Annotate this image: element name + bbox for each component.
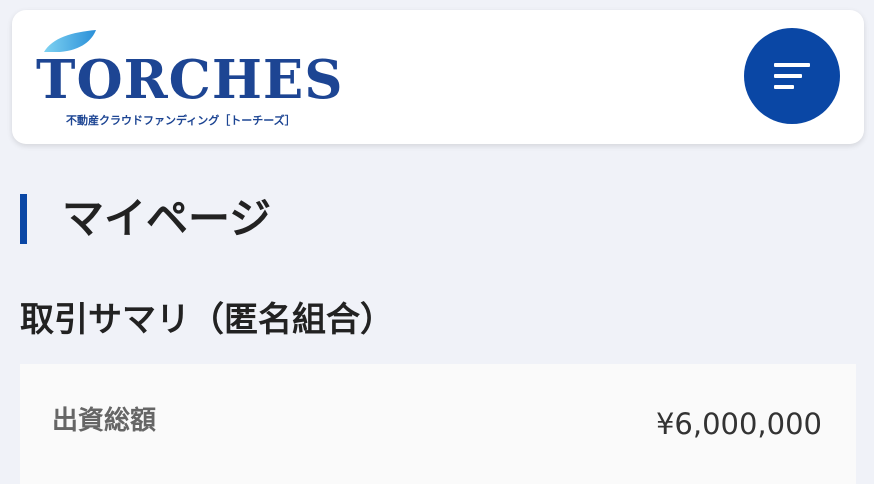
total-investment-value: ¥6,000,000: [655, 407, 822, 441]
total-investment-label: 出資総額: [52, 406, 157, 436]
page-title-block: マイページ: [20, 192, 620, 246]
torches-logo[interactable]: TORCHES 不動産クラウドファンディング［トーチーズ］: [36, 28, 356, 132]
summary-section-heading: 取引サマリ（匿名組合）: [20, 300, 394, 340]
title-accent-bar: [20, 194, 27, 244]
site-header: TORCHES 不動産クラウドファンディング［トーチーズ］: [12, 10, 864, 144]
menu-button[interactable]: [744, 28, 840, 124]
summary-card: 出資総額 ¥6,000,000: [20, 364, 856, 484]
page-title: マイページ: [62, 194, 272, 243]
hamburger-menu-icon: [774, 63, 810, 89]
logo-wordmark: TORCHES: [36, 49, 344, 111]
logo-tagline: 不動産クラウドファンディング［トーチーズ］: [66, 114, 296, 127]
